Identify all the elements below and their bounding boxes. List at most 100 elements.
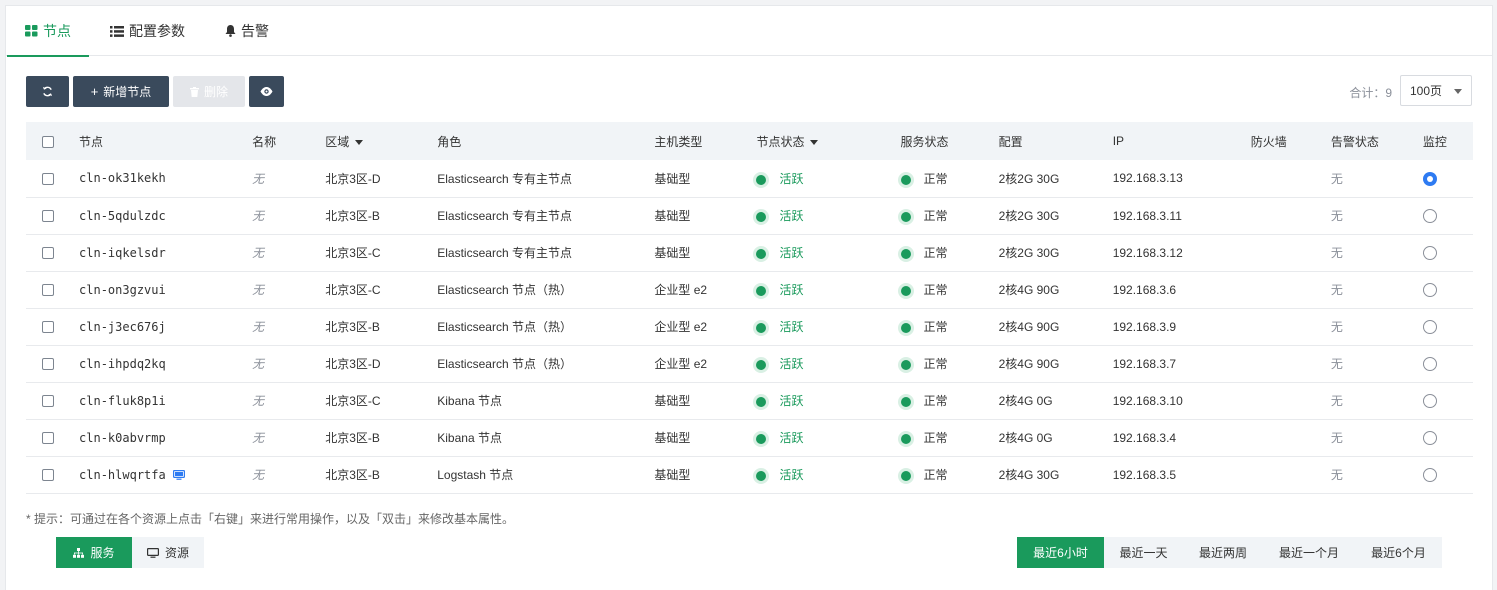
service-status-cell: 正常 [900,234,999,272]
monitor-radio[interactable] [1422,430,1437,445]
delete-button[interactable]: 删除 [173,76,245,107]
time-range-1m[interactable]: 最近一个月 [1263,537,1355,568]
status-dot-icon [756,248,767,259]
node-id[interactable]: cln-iqkelsdr [79,246,166,260]
alert-status-cell: 无 [1330,357,1343,371]
services-tab-label: 服务 [90,546,115,560]
node-id[interactable]: cln-on3gzvui [79,283,166,297]
tab-label: 告警 [241,23,269,39]
table-row[interactable]: cln-on3gzvui 无 北京3区-C Elasticsearch 节点（热） 企业… [26,271,1473,309]
monitor-radio[interactable] [1422,208,1437,223]
header-alert-status: 告警状态 [1330,122,1423,160]
row-checkbox[interactable] [42,358,54,371]
row-checkbox[interactable] [42,432,54,445]
node-id[interactable]: cln-hlwqrtfa [79,468,166,482]
header-config: 配置 [998,122,1113,160]
service-status-cell: 正常 [900,456,999,494]
add-node-button[interactable]: + 新增节点 [73,76,169,107]
status-dot-icon [756,211,767,222]
row-checkbox[interactable] [42,173,54,186]
monitor-radio[interactable] [1422,393,1437,408]
node-id[interactable]: cln-k0abvrmp [79,431,166,445]
alert-status-cell: 无 [1330,320,1343,334]
monitor-radio[interactable] [1422,467,1437,482]
row-checkbox[interactable] [42,247,54,260]
view-button[interactable] [249,76,284,107]
node-id[interactable]: cln-ok31kekh [79,171,166,185]
node-status-text: 活跃 [779,357,804,371]
node-status-text: 活跃 [779,320,804,334]
node-status-text: 活跃 [779,171,804,186]
row-checkbox[interactable] [42,469,54,482]
tab-nodes[interactable]: 节点 [7,6,89,57]
host-type-cell: 基础型 [654,419,757,457]
table-row[interactable]: cln-5qdulzdc 无 北京3区-B Elasticsearch 专有主节点 基础… [26,197,1473,235]
status-dot-icon [756,359,767,370]
node-id[interactable]: cln-5qdulzdc [79,209,166,223]
time-range-6m[interactable]: 最近6个月 [1355,537,1442,568]
table-row[interactable]: cln-j3ec676j 无 北京3区-B Elasticsearch 节点（热） 企业… [26,308,1473,346]
table-row[interactable]: cln-fluk8p1i 无 北京3区-C Kibana 节点 基础型 活跃 正常 2核4G … [26,382,1473,420]
monitor-radio[interactable] [1422,245,1437,260]
status-dot-icon [756,470,767,481]
table-row[interactable]: cln-k0abvrmp 无 北京3区-B Kibana 节点 基础型 活跃 正常 2核4G … [26,419,1473,457]
role-cell: Elasticsearch 专有主节点 [437,234,655,272]
node-name: 无 [252,246,265,260]
row-checkbox[interactable] [42,284,54,297]
ip-cell: 192.168.3.9 [1112,308,1251,346]
resources-tab-button[interactable]: 资源 [132,537,204,568]
ip-cell: 192.168.3.6 [1112,271,1251,309]
table-row[interactable]: cln-ihpdq2kq 无 北京3区-D Elasticsearch 节点（热） 企业… [26,345,1473,383]
config-cell: 2核2G 30G [998,197,1113,235]
ip-cell: 192.168.3.7 [1112,345,1251,383]
tab-label: 配置参数 [129,23,185,39]
node-id[interactable]: cln-fluk8p1i [79,394,166,408]
time-range-6h[interactable]: 最近6小时 [1017,537,1104,568]
console-icon[interactable] [172,470,185,481]
time-range-2w[interactable]: 最近两周 [1183,537,1263,568]
services-tab-button[interactable]: 服务 [56,537,132,568]
trash-icon [189,86,199,97]
row-checkbox[interactable] [42,210,54,223]
service-status-cell: 正常 [900,308,999,346]
node-id[interactable]: cln-j3ec676j [79,320,166,334]
status-dot-icon [900,322,911,333]
time-range-1d[interactable]: 最近一天 [1104,537,1183,568]
monitor-radio[interactable] [1422,356,1437,371]
header-node-status[interactable]: 节点状态 [756,122,901,160]
sitemap-icon [73,547,85,558]
node-status-text: 活跃 [779,468,804,482]
monitor-radio[interactable] [1422,319,1437,334]
row-checkbox[interactable] [42,321,54,334]
status-dot-icon [900,248,911,259]
role-cell: Elasticsearch 节点（热） [437,308,655,346]
node-id[interactable]: cln-ihpdq2kq [79,357,166,371]
header-zone[interactable]: 区域 [325,122,438,160]
time-range-selector: 最近6小时 最近一天 最近两周 最近一个月 最近6个月 [1017,537,1442,568]
config-cell: 2核4G 0G [998,382,1113,420]
node-name: 无 [252,357,265,371]
monitor-radio[interactable] [1422,282,1437,297]
node-status-text: 活跃 [779,209,804,223]
node-name: 无 [252,283,265,297]
select-all-checkbox[interactable] [42,135,54,148]
zone-cell: 北京3区-D [325,345,438,383]
refresh-button[interactable] [26,76,69,107]
service-status-text: 正常 [923,394,948,408]
table-row[interactable]: cln-ok31kekh 无 北京3区-D Elasticsearch 专有主节点 基础… [26,160,1473,198]
config-cell: 2核4G 90G [998,271,1113,309]
service-status-cell: 正常 [900,419,999,457]
alert-status-cell: 无 [1330,246,1343,260]
zone-cell: 北京3区-B [325,197,438,235]
table-row[interactable]: cln-iqkelsdr 无 北京3区-C Elasticsearch 专有主节点 基础… [26,234,1473,272]
tab-config-params[interactable]: 配置参数 [110,6,185,56]
tab-alerts[interactable]: 告警 [225,6,269,56]
table-row[interactable]: cln-hlwqrtfa 无 北京3区-B Logstash 节点 基础型 活跃 正常 2核4… [26,456,1473,494]
monitor-radio[interactable] [1422,171,1437,186]
status-dot-icon [756,285,767,296]
status-dot-icon [756,322,767,333]
row-checkbox[interactable] [42,395,54,408]
ip-cell: 192.168.3.13 [1112,160,1251,198]
page-size-select[interactable]: 100页 [1400,75,1472,106]
tab-label: 节点 [43,23,71,39]
